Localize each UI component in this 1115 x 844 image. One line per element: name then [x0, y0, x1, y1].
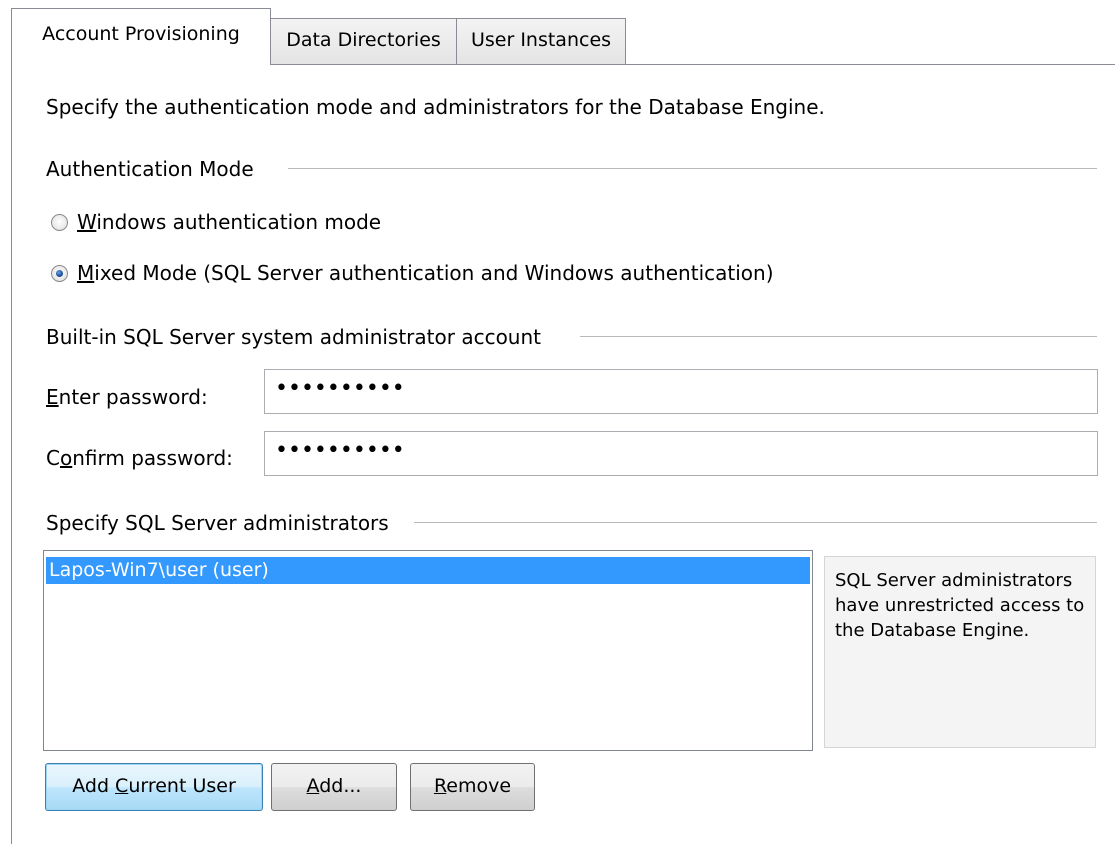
tab-label: User Instances [470, 29, 612, 51]
confirm-password-label: Confirm password: [46, 446, 233, 470]
administrators-list[interactable]: Lapos-Win7\user (user) [43, 550, 813, 751]
auth-mode-divider [288, 168, 1097, 169]
mixed-mode-radio[interactable] [51, 265, 68, 282]
windows-auth-radio[interactable] [51, 214, 68, 231]
page-description: Specify the authentication mode and admi… [46, 95, 825, 119]
add-current-user-button[interactable]: Add Current User [45, 763, 263, 811]
administrators-info: SQL Server administrators have unrestric… [824, 556, 1096, 748]
enter-password-field[interactable]: •••••••••• [264, 369, 1098, 414]
list-item[interactable]: Lapos-Win7\user (user) [46, 557, 810, 584]
mixed-mode-label[interactable]: Mixed Mode (SQL Server authentication an… [77, 261, 774, 285]
tab-account-provisioning[interactable]: Account Provisioning [11, 8, 271, 65]
tab-data-directories[interactable]: Data Directories [270, 18, 457, 65]
tab-label: Account Provisioning [42, 23, 240, 45]
administrators-heading: Specify SQL Server administrators [46, 511, 389, 535]
windows-auth-label[interactable]: Windows authentication mode [77, 210, 381, 234]
radio-selected-dot [56, 270, 63, 277]
sa-account-heading: Built-in SQL Server system administrator… [46, 325, 541, 349]
confirm-password-field[interactable]: •••••••••• [264, 431, 1098, 476]
sa-account-divider [580, 336, 1097, 337]
tab-label: Data Directories [286, 29, 441, 51]
remove-button[interactable]: Remove [410, 763, 535, 811]
administrators-divider [414, 522, 1097, 523]
add-button[interactable]: Add... [271, 763, 397, 811]
enter-password-label: Enter password: [46, 385, 208, 409]
windows-auth-label-text: indows authentication mode [96, 210, 382, 234]
auth-mode-heading: Authentication Mode [46, 157, 254, 181]
tab-user-instances[interactable]: User Instances [456, 18, 626, 65]
